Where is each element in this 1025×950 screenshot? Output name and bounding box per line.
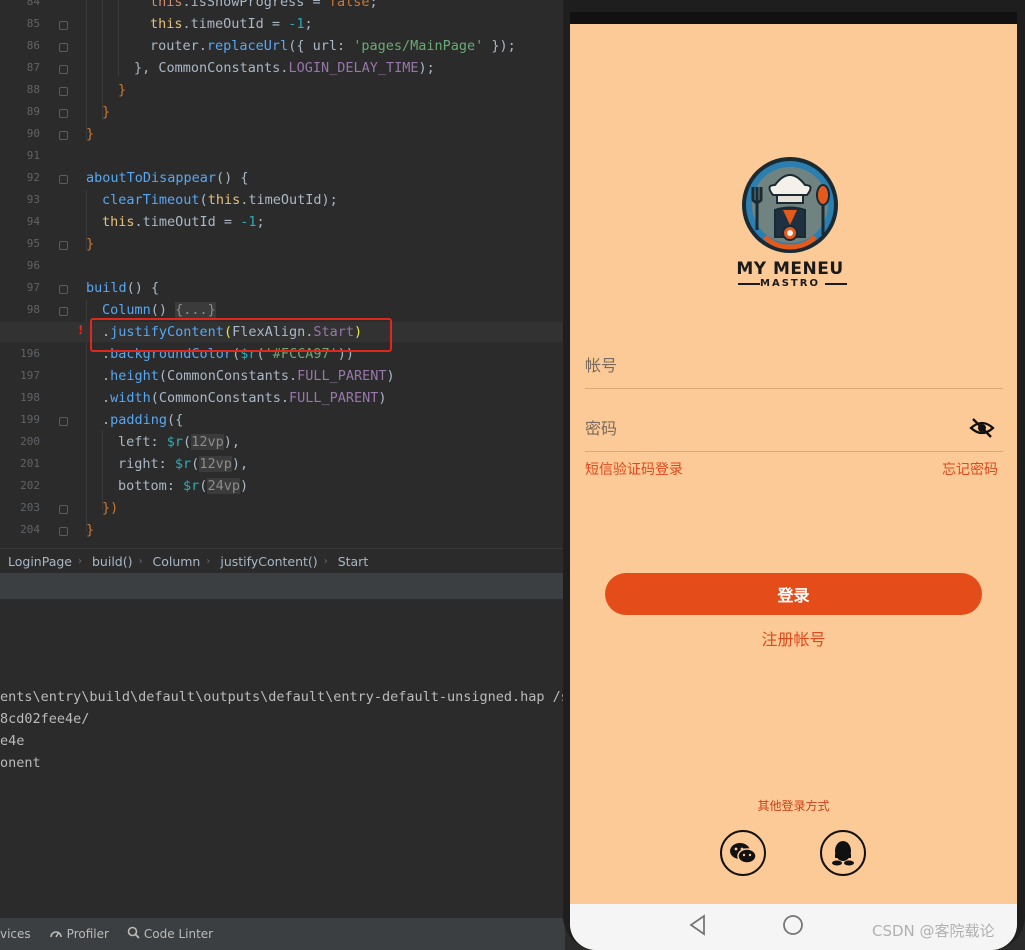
chevron-right-icon: › bbox=[77, 555, 82, 567]
home-circle-icon[interactable] bbox=[782, 914, 804, 936]
profiler-label: Profiler bbox=[66, 927, 109, 941]
code-line: .height(CommonConstants.FULL_PARENT) bbox=[102, 368, 395, 384]
fold-marker[interactable] bbox=[59, 65, 68, 74]
fold-marker[interactable] bbox=[59, 527, 68, 536]
breadcrumb-item[interactable]: LoginPage bbox=[0, 554, 76, 569]
code-line: } bbox=[118, 82, 127, 98]
console-output[interactable]: ents\entry\build\default\outputs\default… bbox=[0, 600, 565, 918]
password-field bbox=[585, 405, 1003, 452]
code-line: this.timeOutId = -1; bbox=[102, 214, 265, 230]
breadcrumb-item[interactable]: Start bbox=[330, 554, 373, 569]
bottom-toolbar: vices Profiler Code Linter bbox=[0, 918, 565, 950]
logo-subtitle: MASTRO bbox=[760, 278, 820, 289]
code-linter-tool[interactable]: Code Linter bbox=[127, 926, 213, 942]
gauge-icon bbox=[49, 927, 63, 942]
code-line: aboutToDisappear() { bbox=[86, 170, 249, 186]
fold-marker[interactable] bbox=[59, 417, 68, 426]
login-button[interactable]: 登录 bbox=[605, 573, 982, 615]
register-link[interactable]: 注册帐号 bbox=[570, 626, 1017, 650]
breadcrumb-item[interactable]: build() bbox=[84, 554, 137, 569]
code-linter-label: Code Linter bbox=[143, 927, 214, 941]
logo-title: MY MENEU bbox=[736, 259, 844, 279]
line-number: 96 bbox=[26, 259, 40, 272]
status-bar bbox=[570, 12, 1017, 24]
code-line: }) bbox=[102, 500, 119, 516]
chevron-right-icon: › bbox=[138, 555, 143, 567]
code-line: } bbox=[86, 522, 95, 538]
other-login-label: 其他登录方式 bbox=[757, 799, 830, 813]
fold-marker[interactable] bbox=[59, 307, 68, 316]
code-line: } bbox=[86, 126, 95, 142]
watermark: CSDN @客院载论 bbox=[872, 922, 995, 940]
fold-marker[interactable] bbox=[59, 285, 68, 294]
fold-marker[interactable] bbox=[59, 131, 68, 140]
devices-label: vices bbox=[0, 927, 31, 941]
wechat-login-button[interactable] bbox=[720, 830, 766, 876]
profiler-tool[interactable]: Profiler bbox=[49, 927, 109, 942]
code-line: left: $r(12vp), bbox=[118, 434, 240, 450]
fold-marker[interactable] bbox=[59, 43, 68, 52]
eye-off-icon[interactable] bbox=[969, 416, 995, 440]
forgot-password-link[interactable]: 忘记密码 bbox=[942, 459, 998, 479]
code-editor[interactable]: 84 this.isShowProgress = false; 85 this.… bbox=[0, 0, 565, 548]
line-number: 91 bbox=[26, 149, 40, 162]
console-line: ents\entry\build\default\outputs\default… bbox=[0, 689, 565, 705]
run-panel-header bbox=[0, 573, 565, 599]
code-line: bottom: $r(24vp) bbox=[118, 478, 249, 494]
qq-login-button[interactable] bbox=[820, 830, 866, 876]
code-line: right: $r(12vp), bbox=[118, 456, 249, 472]
fold-marker[interactable] bbox=[59, 109, 68, 118]
breadcrumb: LoginPage › build() › Column › justifyCo… bbox=[0, 548, 565, 573]
code-line: .padding({ bbox=[102, 412, 184, 428]
code-line: build() { bbox=[86, 280, 160, 296]
chevron-right-icon: › bbox=[323, 555, 328, 567]
sms-login-link[interactable]: 短信验证码登录 bbox=[585, 459, 683, 479]
console-line: 8cd02fee4e/ bbox=[0, 711, 90, 727]
code-line: .width(CommonConstants.FULL_PARENT) bbox=[102, 390, 387, 406]
fold-marker[interactable] bbox=[59, 175, 68, 184]
phone-screen: MY MENEU MASTRO 短信验证码登录 忘记密码 登录 注册帐号 其他登… bbox=[570, 12, 1017, 950]
error-bulb-icon[interactable]: ! bbox=[78, 323, 83, 337]
qq-penguin-icon bbox=[832, 841, 854, 866]
ide-panel: 84 this.isShowProgress = false; 85 this.… bbox=[0, 0, 565, 950]
chevron-right-icon: › bbox=[206, 555, 211, 567]
console-line: e4e bbox=[0, 733, 25, 749]
code-line: Column() {...} bbox=[102, 302, 216, 318]
account-field bbox=[585, 342, 1003, 389]
code-line: } bbox=[86, 236, 95, 252]
breadcrumb-item[interactable]: Column bbox=[144, 554, 204, 569]
fold-marker[interactable] bbox=[59, 505, 68, 514]
wechat-icon bbox=[730, 843, 757, 864]
code-line: clearTimeout(this.timeOutId); bbox=[102, 192, 338, 208]
magnifier-icon bbox=[127, 926, 140, 942]
password-input[interactable] bbox=[585, 415, 955, 441]
breadcrumb-item[interactable]: justifyContent() bbox=[212, 554, 321, 569]
account-input[interactable] bbox=[585, 352, 955, 378]
console-line: onent bbox=[0, 755, 41, 771]
code-line: } bbox=[102, 104, 111, 120]
code-line: this.timeOutId = -1; bbox=[150, 16, 313, 32]
devices-tool[interactable]: vices bbox=[0, 927, 31, 941]
highlight-box bbox=[90, 318, 392, 352]
back-triangle-icon[interactable] bbox=[688, 914, 708, 936]
code-line: }, CommonConstants.LOGIN_DELAY_TIME); bbox=[134, 60, 435, 76]
fold-marker[interactable] bbox=[59, 87, 68, 96]
fold-marker[interactable] bbox=[59, 241, 68, 250]
code-line: this.isShowProgress = false; bbox=[150, 0, 378, 10]
code-line: router.replaceUrl({ url: 'pages/MainPage… bbox=[150, 38, 516, 54]
fold-marker[interactable] bbox=[59, 21, 68, 30]
